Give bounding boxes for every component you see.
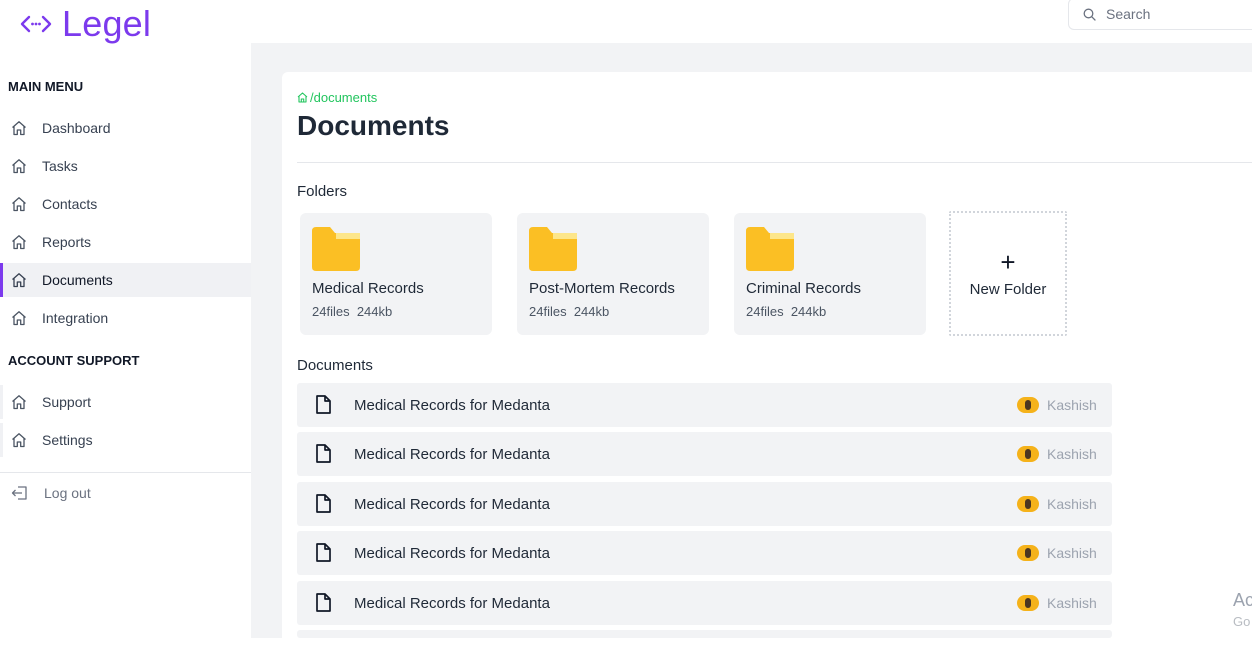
sidebar-item-contacts[interactable]: Contacts	[0, 187, 251, 221]
folder-icon	[746, 227, 794, 271]
breadcrumb-path: /documents	[310, 90, 378, 105]
home-icon	[12, 433, 26, 448]
owner-name: Kashish	[1047, 545, 1097, 561]
folder-card[interactable]: Medical Records 24files 244kb	[300, 213, 492, 335]
owner-name: Kashish	[1047, 595, 1097, 611]
sidebar-item-label: Support	[42, 394, 92, 410]
owner-name: Kashish	[1047, 496, 1097, 512]
home-icon	[12, 159, 26, 174]
file-icon	[316, 543, 331, 562]
title-divider	[297, 162, 1252, 163]
folder-icon	[312, 227, 360, 271]
folder-name: Criminal Records	[746, 280, 862, 297]
document-row[interactable]: Medical Records for Medanta Kashish	[297, 531, 1112, 575]
folders-heading: Folders	[297, 183, 348, 200]
logout-button[interactable]: Log out	[0, 476, 251, 510]
document-owner: Kashish	[1017, 595, 1097, 611]
home-icon	[297, 92, 308, 103]
new-folder-label: New Folder	[969, 281, 1047, 298]
folder-card[interactable]: Criminal Records 24files 244kb	[734, 213, 926, 335]
activation-watermark-line1: Ac	[1233, 590, 1252, 610]
document-owner: Kashish	[1017, 545, 1097, 561]
avatar	[1017, 545, 1039, 561]
avatar	[1017, 496, 1039, 512]
folder-file-count: 24files	[746, 304, 784, 319]
file-icon	[316, 593, 331, 612]
logout-icon	[11, 486, 27, 500]
new-folder-button[interactable]: + New Folder	[949, 211, 1067, 336]
document-owner: Kashish	[1017, 397, 1097, 413]
folder-name: Post-Mortem Records	[529, 280, 675, 297]
folder-icon	[529, 227, 577, 271]
document-name: Medical Records for Medanta	[354, 545, 550, 562]
page-title: Documents	[297, 110, 450, 141]
file-icon	[316, 395, 331, 414]
sidebar-divider	[0, 472, 251, 473]
sidebar-item-support[interactable]: Support	[0, 385, 251, 419]
owner-name: Kashish	[1047, 397, 1097, 413]
home-icon	[12, 197, 26, 212]
search-input[interactable]	[1104, 5, 1252, 23]
documents-heading: Documents	[297, 357, 373, 374]
avatar	[1017, 446, 1039, 462]
folder-file-count: 24files	[312, 304, 350, 319]
sidebar: MAIN MENU Dashboard Tasks Contacts Repor…	[0, 48, 251, 638]
avatar	[1017, 595, 1039, 611]
sidebar-item-label: Contacts	[42, 196, 98, 212]
sidebar-item-label: Reports	[42, 234, 92, 250]
sidebar-item-label: Settings	[42, 432, 93, 448]
folder-card[interactable]: Post-Mortem Records 24files 244kb	[517, 213, 709, 335]
plus-icon: +	[1000, 247, 1016, 277]
document-owner: Kashish	[1017, 446, 1097, 462]
sidebar-item-label: Documents	[42, 272, 113, 288]
sidebar-item-label: Integration	[42, 310, 109, 326]
folder-meta: 24files 244kb	[746, 304, 826, 319]
document-row[interactable]: Medical Records for Medanta Kashish	[297, 581, 1112, 625]
app-logo[interactable]: Legel	[20, 2, 151, 46]
folder-meta: 24files 244kb	[312, 304, 392, 319]
activation-watermark-line2: Go	[1233, 614, 1251, 629]
folder-meta: 24files 244kb	[529, 304, 609, 319]
logout-label: Log out	[44, 485, 91, 501]
search-box[interactable]	[1068, 0, 1252, 30]
document-row[interactable]: Medical Records for Medanta Kashish	[297, 432, 1112, 476]
folder-size: 244kb	[356, 304, 393, 319]
sidebar-item-documents[interactable]: Documents	[0, 263, 251, 297]
folder-file-count: 24files	[529, 304, 567, 319]
document-name: Medical Records for Medanta	[354, 446, 550, 463]
folder-size: 244kb	[790, 304, 827, 319]
logo-text: Legel	[62, 3, 152, 44]
home-icon	[12, 311, 26, 326]
document-row[interactable]: Medical Records for Medanta Kashish	[297, 482, 1112, 526]
file-icon	[316, 444, 331, 463]
avatar	[1017, 397, 1039, 413]
owner-name: Kashish	[1047, 446, 1097, 462]
main-menu-title: MAIN MENU	[8, 79, 84, 94]
home-icon	[12, 235, 26, 250]
file-icon	[316, 494, 331, 513]
sidebar-item-label: Tasks	[42, 158, 78, 174]
home-icon	[12, 121, 26, 136]
search-icon	[1083, 8, 1096, 21]
document-owner: Kashish	[1017, 496, 1097, 512]
breadcrumb[interactable]: /documents	[297, 90, 377, 105]
document-name: Medical Records for Medanta	[354, 595, 550, 612]
sidebar-item-integration[interactable]: Integration	[0, 301, 251, 335]
sidebar-item-dashboard[interactable]: Dashboard	[0, 111, 251, 145]
account-support-title: ACCOUNT SUPPORT	[8, 353, 140, 368]
home-icon	[12, 273, 26, 288]
document-row[interactable]: Medical Records for Medanta Kashish	[297, 383, 1112, 427]
code-arrows-icon	[20, 15, 52, 33]
sidebar-item-label: Dashboard	[42, 120, 111, 136]
document-name: Medical Records for Medanta	[354, 397, 550, 414]
document-row-partial[interactable]	[297, 630, 1112, 638]
document-name: Medical Records for Medanta	[354, 496, 550, 513]
sidebar-item-reports[interactable]: Reports	[0, 225, 251, 259]
folder-name: Medical Records	[312, 280, 424, 297]
folder-size: 244kb	[573, 304, 610, 319]
home-icon	[12, 395, 26, 410]
sidebar-item-settings[interactable]: Settings	[0, 423, 251, 457]
sidebar-item-tasks[interactable]: Tasks	[0, 149, 251, 183]
